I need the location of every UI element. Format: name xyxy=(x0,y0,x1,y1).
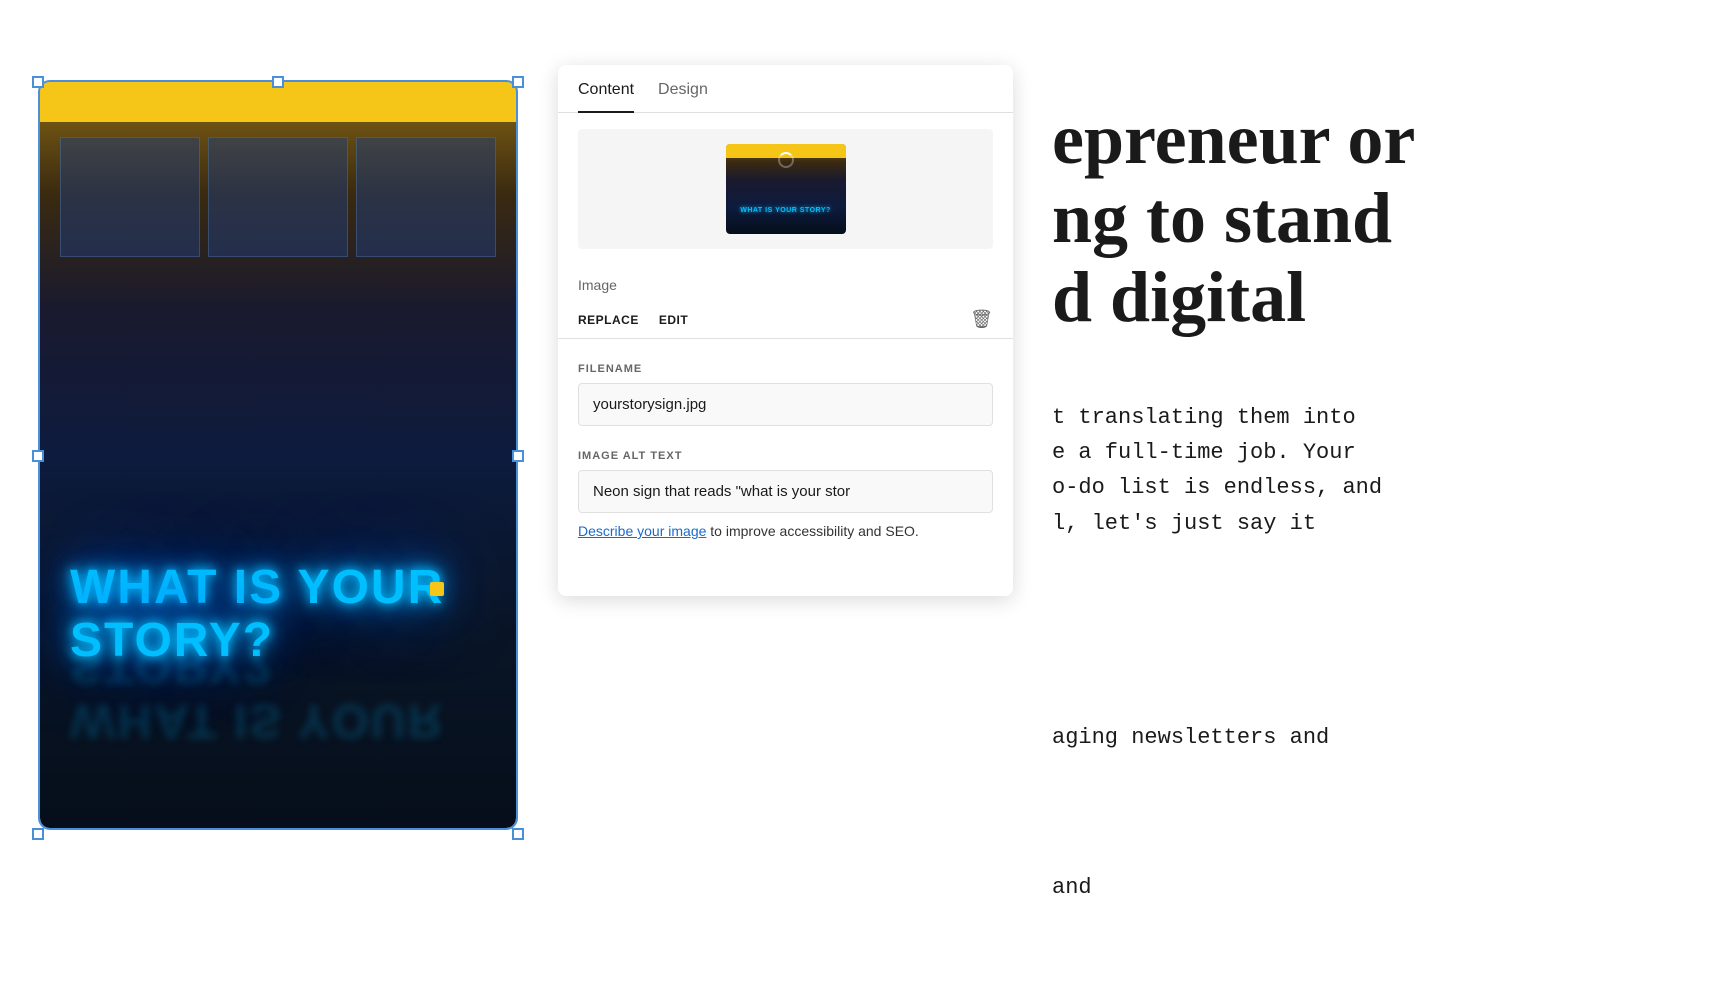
content-panel: Content Design WHAT IS YOUR STORY? Image… xyxy=(558,65,1013,596)
window-right xyxy=(356,137,496,257)
background-body-text-2: aging newsletters and xyxy=(1032,700,1732,775)
image-section-label: Image xyxy=(558,265,1013,301)
tab-content[interactable]: Content xyxy=(578,65,634,113)
body-line-1: t translating them into xyxy=(1052,400,1712,435)
selection-handle-bottom-left[interactable] xyxy=(32,828,44,840)
panel-body: WHAT IS YOUR STORY? Image REPLACE EDIT 🗑… xyxy=(558,129,1013,542)
selected-image[interactable]: WHAT IS YOUR STORY? WHAT IS YOUR STORY? xyxy=(38,80,518,830)
heading-line-1: epreneur or xyxy=(1052,100,1712,179)
image-actions-row: REPLACE EDIT 🗑 xyxy=(558,301,1013,338)
edit-button[interactable]: EDIT xyxy=(659,313,688,327)
body-line-5: aging newsletters and xyxy=(1052,720,1712,755)
window-center xyxy=(208,137,348,257)
filename-field-group: FILENAME xyxy=(558,363,1013,426)
selection-handle-bottom-right[interactable] xyxy=(512,828,524,840)
filename-label: FILENAME xyxy=(578,363,993,375)
alt-text-input[interactable] xyxy=(578,470,993,513)
background-body-text-1: t translating them into e a full-time jo… xyxy=(1032,380,1732,561)
selection-handle-middle-left[interactable] xyxy=(32,450,44,462)
preview-loading-ring xyxy=(778,152,794,168)
selection-handle-top-right[interactable] xyxy=(512,76,524,88)
body-line-6: and xyxy=(1052,870,1712,905)
selection-handle-top-left[interactable] xyxy=(32,76,44,88)
alt-text-label: IMAGE ALT TEXT xyxy=(578,450,993,462)
tab-design[interactable]: Design xyxy=(658,65,708,113)
help-text-suffix: to improve accessibility and SEO. xyxy=(706,523,918,539)
selection-handle-middle-right[interactable] xyxy=(512,450,524,462)
alt-text-help: Describe your image to improve accessibi… xyxy=(578,521,993,542)
describe-image-link[interactable]: Describe your image xyxy=(578,523,706,539)
filename-input[interactable] xyxy=(578,383,993,426)
image-top-bar xyxy=(40,82,516,122)
body-line-4: l, let's just say it xyxy=(1052,506,1712,541)
replace-button[interactable]: REPLACE xyxy=(578,313,639,327)
heading-line-2: ng to stand xyxy=(1052,179,1712,258)
trash-icon: 🗑 xyxy=(970,309,993,329)
yellow-dot-indicator xyxy=(430,582,444,596)
image-windows xyxy=(40,137,516,257)
preview-thumbnail: WHAT IS YOUR STORY? xyxy=(726,144,846,234)
panel-tabs: Content Design xyxy=(558,65,1013,113)
selection-handle-top-center[interactable] xyxy=(272,76,284,88)
background-heading: epreneur or ng to stand d digital xyxy=(1032,80,1732,358)
body-line-3: o-do list is endless, and xyxy=(1052,470,1712,505)
background-body-text-3: and xyxy=(1032,850,1732,925)
preview-neon-text: WHAT IS YOUR STORY? xyxy=(731,207,841,214)
alt-text-field-group: IMAGE ALT TEXT Describe your image to im… xyxy=(558,450,1013,542)
window-left xyxy=(60,137,200,257)
neon-sign-reflection: WHAT IS YOUR STORY? xyxy=(70,638,486,748)
delete-button[interactable]: 🗑 xyxy=(970,309,993,330)
body-line-2: e a full-time job. Your xyxy=(1052,435,1712,470)
image-preview-area: WHAT IS YOUR STORY? xyxy=(578,129,993,249)
actions-divider xyxy=(558,338,1013,339)
heading-line-3: d digital xyxy=(1052,258,1712,337)
